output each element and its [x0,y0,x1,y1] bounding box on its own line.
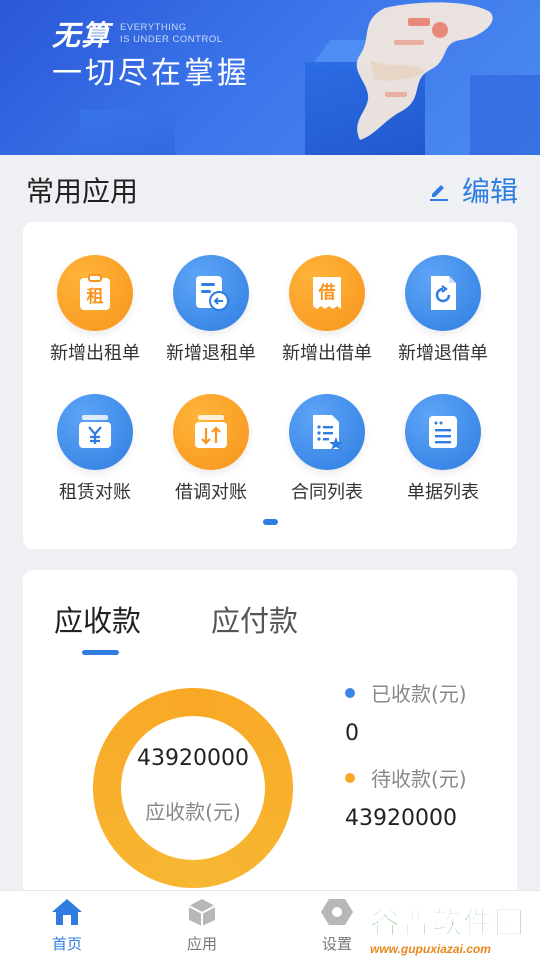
nav-home[interactable]: 首页 [27,897,107,954]
app-new-return-lend-order[interactable]: 新增退借单 [385,255,501,365]
banner-paper-illustration [356,2,493,140]
banner-slogan: 一切尽在掌握 [52,56,250,91]
app-new-lend-order[interactable]: 借 新增出借单 [269,255,385,365]
donut-caption: 应收款(元) [145,800,241,824]
app-new-return-rent-order[interactable]: 新增退租单 [153,255,269,365]
lend-icon-glyph: 借 [318,282,336,303]
brand-subtitle: EVERYTHING IS UNDER CONTROL [120,22,222,46]
banner-cube-decor [80,110,175,155]
watermark-url: www.gupuxiazai.com [370,942,491,956]
nav-label: 首页 [51,935,82,953]
nav-label: 设置 [321,935,352,953]
section-title: 常用应用 [26,175,139,208]
edit-button[interactable]: 编辑 [428,170,518,210]
legend-received: 已收款(元) 0 [345,678,467,746]
legend-value: 0 [345,721,359,746]
nav-label: 应用 [186,935,217,953]
tab-receivables[interactable]: 应收款 [54,598,141,640]
receivables-donut-chart: 43920000 应收款(元) [93,688,293,888]
return-rent-icon [173,255,249,331]
app-label: 合同列表 [291,482,363,503]
contract-list-icon [289,394,365,470]
app-contract-list[interactable]: 合同列表 [269,394,385,504]
app-label: 借调对账 [175,482,247,503]
apps-grid-card: 租 新增出租单 新增退租单 借 新增出借单 新增退借单 租赁对账 借调对账 合同… [23,222,517,549]
edit-label: 编辑 [461,175,518,208]
legend-dot-blue [345,687,355,698]
app-label: 新增出借单 [282,343,372,364]
watermark-title: 谷普软件园 [370,906,525,942]
app-new-rent-order[interactable]: 租 新增出租单 [37,255,153,365]
tab-payables[interactable]: 应付款 [211,598,298,640]
pencil-icon [429,185,448,201]
app-label: 单据列表 [407,482,479,503]
legend-value: 43920000 [345,806,457,831]
donut-hole [121,716,265,860]
receivables-card: 应收款 应付款 43920000 应收款(元) 已收款(元) 0 待收款(元) … [23,570,517,910]
lend-icon: 借 [289,255,365,331]
brand-subtitle-line1: EVERYTHING [120,22,187,33]
app-rental-reconciliation[interactable]: 租赁对账 [37,394,153,504]
header-banner: 无算 EVERYTHING IS UNDER CONTROL 一切尽在掌握 [0,0,540,155]
watermark: 谷普软件园 www.gupuxiazai.com [370,898,540,960]
donut-amount: 43920000 [137,746,249,771]
apps-section-header: 常用应用 编辑 [0,155,540,223]
cube-icon [188,899,216,926]
yuan-ledger-icon [57,394,133,470]
return-lend-icon [405,255,481,331]
brand-subtitle-line2: IS UNDER CONTROL [120,34,223,45]
app-document-list[interactable]: 单据列表 [385,394,501,504]
app-transfer-reconciliation[interactable]: 借调对账 [153,394,269,504]
legend-pending: 待收款(元) 43920000 [345,763,467,831]
legend-label: 已收款(元) [371,682,467,706]
rent-icon-glyph: 租 [87,286,104,307]
tab-indicator [82,650,119,655]
nav-apps[interactable]: 应用 [162,897,242,954]
transfer-icon [173,394,249,470]
page-indicator [263,519,278,525]
app-label: 新增退借单 [398,343,488,364]
legend-label: 待收款(元) [371,767,467,791]
nav-settings[interactable]: 设置 [297,897,377,954]
home-icon [52,899,82,925]
document-list-icon [405,394,481,470]
legend-dot-orange [345,772,355,783]
rent-icon: 租 [57,255,133,331]
app-label: 新增出租单 [50,343,140,364]
app-label: 租赁对账 [59,482,131,503]
app-label: 新增退租单 [166,343,256,364]
hex-settings-icon [321,899,353,925]
